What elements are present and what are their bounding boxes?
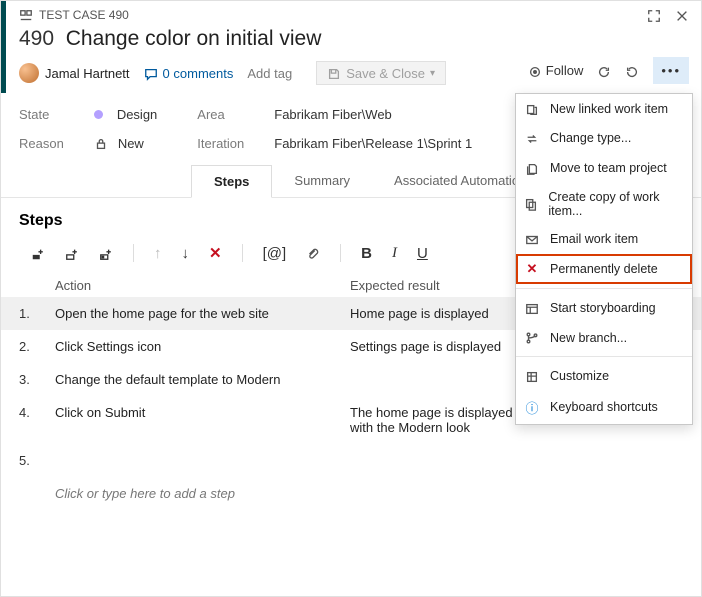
save-close-button[interactable]: Save & Close ▾ xyxy=(316,61,446,85)
comment-icon xyxy=(144,65,158,81)
delete-step-icon[interactable]: ✕ xyxy=(209,244,222,262)
storyboard-icon xyxy=(524,300,540,316)
save-icon xyxy=(327,65,341,81)
comments-count: 0 comments xyxy=(163,66,234,81)
move-up-icon[interactable]: ↑ xyxy=(154,245,162,262)
state-dot xyxy=(94,110,103,119)
work-item-title: Change color on initial view xyxy=(66,27,322,50)
move-down-icon[interactable]: ↓ xyxy=(182,245,190,262)
reason-value[interactable]: New xyxy=(94,136,157,152)
area-value[interactable]: Fabrikam Fiber\Web xyxy=(274,107,472,122)
col-action: Action xyxy=(55,278,350,293)
bold-icon[interactable]: B xyxy=(361,245,372,262)
link-icon xyxy=(524,101,540,117)
insert-param-icon[interactable] xyxy=(99,245,113,262)
follow-button[interactable]: Follow xyxy=(528,63,584,79)
delete-icon: ✕ xyxy=(524,261,540,277)
menu-separator xyxy=(516,356,692,357)
step-row[interactable]: 5. xyxy=(1,444,701,477)
insert-shared-step-icon[interactable] xyxy=(65,245,79,262)
add-step-placeholder[interactable]: Click or type here to add a step xyxy=(1,477,701,510)
avatar xyxy=(19,63,39,83)
menu-move-project[interactable]: Move to team project xyxy=(516,153,692,183)
tab-summary[interactable]: Summary xyxy=(272,165,372,198)
branch-icon xyxy=(524,330,540,346)
change-icon xyxy=(524,131,540,147)
work-item-id: 490 xyxy=(19,27,54,50)
follow-icon xyxy=(528,63,542,79)
comments-link[interactable]: 0 comments xyxy=(144,65,234,81)
header: TEST CASE 490 490 Change color on initia… xyxy=(1,1,701,95)
menu-customize[interactable]: Customize xyxy=(516,361,692,391)
menu-separator xyxy=(516,288,692,289)
menu-storyboard[interactable]: Start storyboarding xyxy=(516,293,692,323)
context-menu: New linked work item Change type... Move… xyxy=(515,93,693,425)
menu-shortcuts[interactable]: ⓘKeyboard shortcuts xyxy=(516,391,692,424)
move-icon xyxy=(524,160,540,176)
menu-email[interactable]: Email work item xyxy=(516,225,692,255)
info-icon: ⓘ xyxy=(524,398,540,417)
customize-icon xyxy=(524,368,540,384)
menu-change-type[interactable]: Change type... xyxy=(516,124,692,154)
lock-icon xyxy=(94,136,108,152)
reason-label: Reason xyxy=(19,136,64,151)
attachment-icon[interactable] xyxy=(306,245,320,262)
menu-permanently-delete[interactable]: ✕Permanently delete xyxy=(516,254,692,284)
tab-steps[interactable]: Steps xyxy=(191,165,272,198)
state-label: State xyxy=(19,107,49,122)
close-icon[interactable] xyxy=(675,7,689,23)
fullscreen-icon[interactable] xyxy=(647,7,661,23)
assignee[interactable]: Jamal Hartnett xyxy=(19,63,130,83)
copy-icon xyxy=(524,196,538,212)
more-actions-button[interactable]: ••• xyxy=(653,57,689,84)
email-icon xyxy=(524,232,540,248)
chevron-down-icon: ▾ xyxy=(430,68,435,79)
refresh-icon[interactable] xyxy=(597,63,611,79)
at-mention-icon[interactable]: [@] xyxy=(263,245,287,262)
iteration-label: Iteration xyxy=(197,136,244,151)
menu-create-copy[interactable]: Create copy of work item... xyxy=(516,183,692,225)
revert-icon[interactable] xyxy=(625,63,639,79)
underline-icon[interactable]: U xyxy=(417,245,428,262)
work-item-type-icon xyxy=(19,8,33,23)
iteration-value[interactable]: Fabrikam Fiber\Release 1\Sprint 1 xyxy=(274,136,472,151)
menu-new-linked[interactable]: New linked work item xyxy=(516,94,692,124)
italic-icon[interactable]: I xyxy=(392,245,397,262)
title[interactable]: 490 Change color on initial view xyxy=(19,27,689,51)
assignee-name: Jamal Hartnett xyxy=(45,66,130,81)
insert-step-icon[interactable] xyxy=(31,245,45,262)
add-tag[interactable]: Add tag xyxy=(247,66,292,81)
work-item-type-label: TEST CASE 490 xyxy=(39,8,129,22)
state-value[interactable]: Design xyxy=(94,107,157,122)
area-label: Area xyxy=(197,107,224,122)
accent-bar xyxy=(1,1,6,93)
menu-new-branch[interactable]: New branch... xyxy=(516,323,692,353)
